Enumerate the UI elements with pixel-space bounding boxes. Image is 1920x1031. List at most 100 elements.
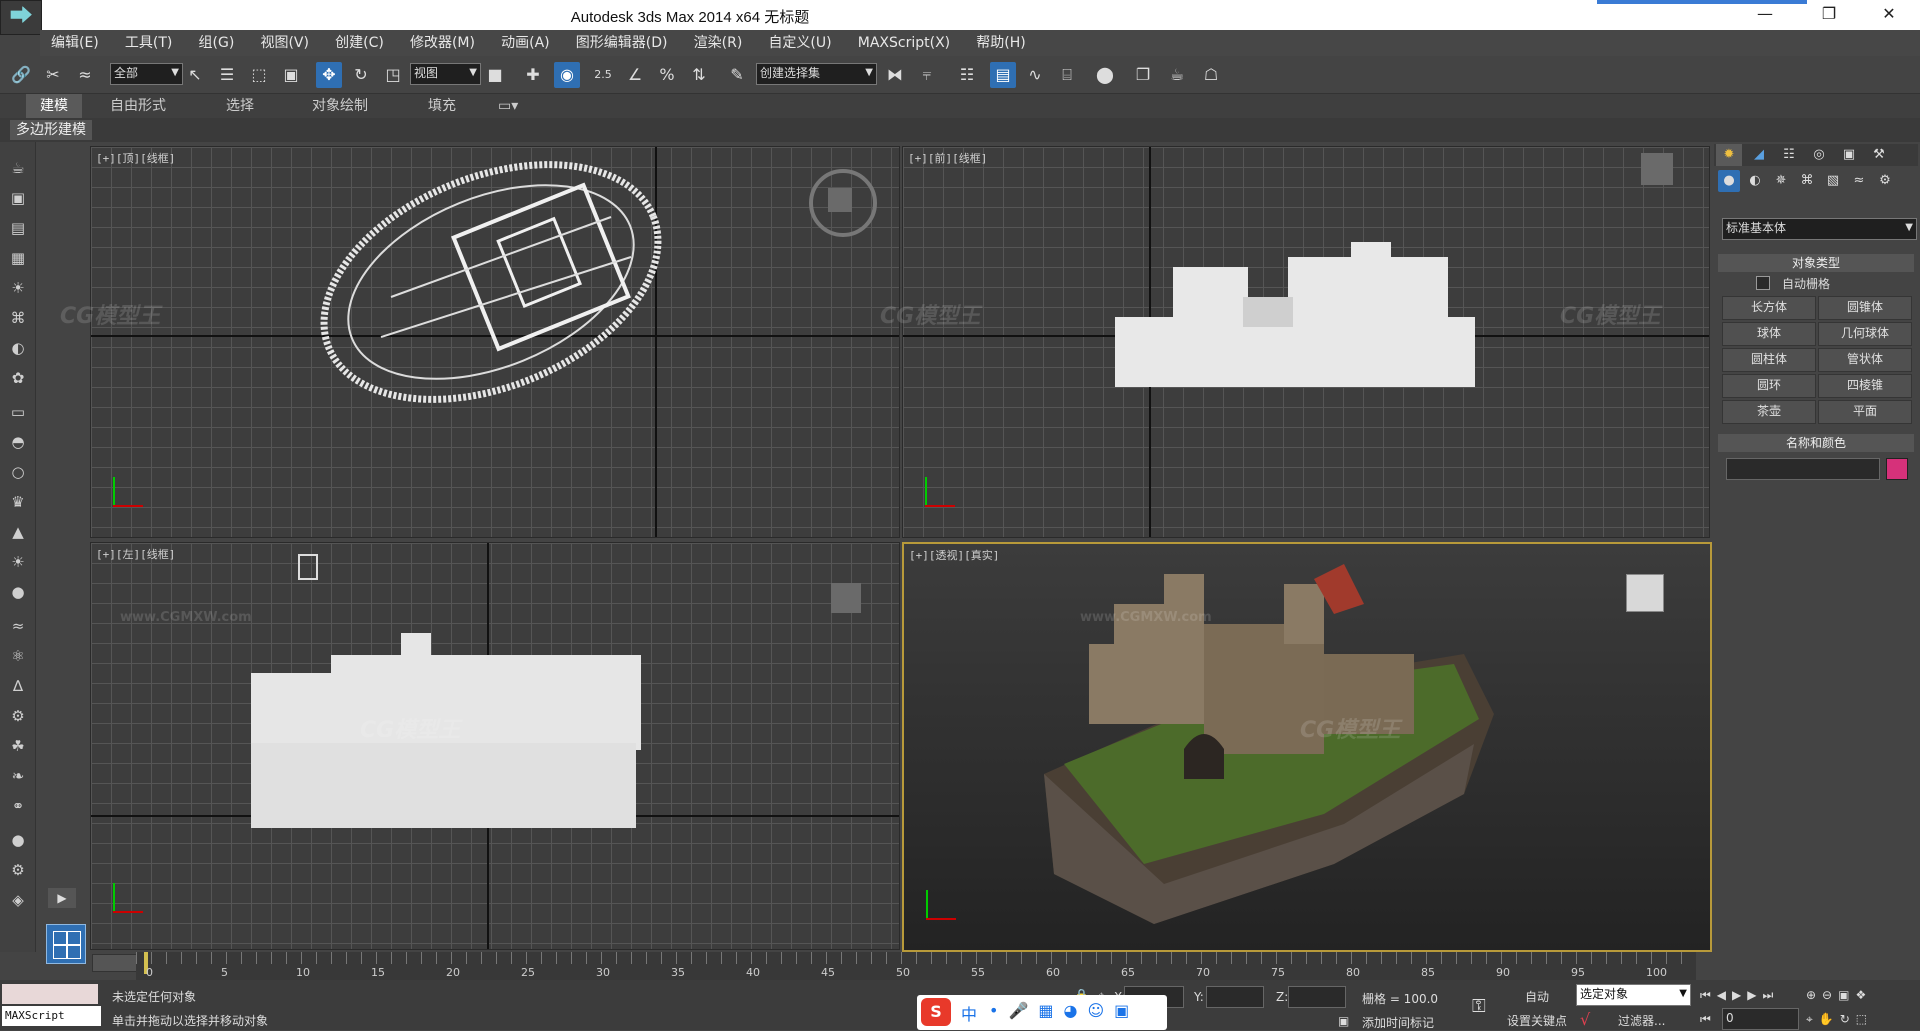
curve-editor-icon[interactable]: ∿ <box>1022 62 1048 88</box>
maxscript-listener-top[interactable] <box>2 984 98 1004</box>
menu-animation[interactable]: 动画(A) <box>490 30 561 56</box>
unlink-icon[interactable]: ✂ <box>40 62 66 88</box>
auto-key-button[interactable]: 自动 <box>1506 988 1568 1005</box>
cone-button[interactable]: 圆锥体 <box>1818 296 1912 320</box>
link-chain-icon[interactable]: ⚭ <box>6 794 30 818</box>
geometry-icon[interactable]: ● <box>1718 170 1740 192</box>
link-icon[interactable]: 🔗 <box>8 62 34 88</box>
viewport-top[interactable]: [+][顶][线框] <box>90 146 900 538</box>
percent-snap-icon[interactable]: % <box>654 62 680 88</box>
systems-icon[interactable]: ⚙ <box>1874 170 1896 192</box>
tab-populate[interactable]: 填充 <box>428 94 456 118</box>
helpers-icon[interactable]: ▧ <box>1822 170 1844 192</box>
named-selection-select[interactable]: 创建选择集 ▼ <box>756 63 877 85</box>
maxscript-listener-input[interactable]: MAXScript <box>2 1006 101 1026</box>
teapot-icon[interactable]: ☕ <box>6 156 30 180</box>
helper-icon[interactable]: ◐ <box>6 336 30 360</box>
align-icon[interactable]: ⫧ <box>914 62 940 88</box>
settings-icon[interactable]: ⚙ <box>6 858 30 882</box>
minimize-button[interactable]: — <box>1742 0 1788 30</box>
layer-manager-icon[interactable]: ▤ <box>990 62 1016 88</box>
object-color-swatch[interactable] <box>1886 458 1908 480</box>
gear-icon[interactable]: ⚙ <box>6 704 30 728</box>
globe-icon[interactable]: ● <box>6 828 30 852</box>
calendar-icon[interactable]: ▦ <box>6 246 30 270</box>
select-manipulate-icon[interactable]: ✚ <box>520 62 546 88</box>
edit-named-selection-icon[interactable]: ✎ <box>724 62 750 88</box>
current-frame-input[interactable]: 0 <box>1722 1008 1799 1030</box>
cone-icon[interactable]: ▲ <box>6 520 30 544</box>
primitive-category-select[interactable]: 标准基本体 ▼ <box>1722 218 1917 240</box>
ribbon-options-icon[interactable]: ▭▾ <box>498 94 518 118</box>
spinner-snap-icon[interactable]: ⇅ <box>686 62 712 88</box>
viewport-layout-icon[interactable] <box>46 924 86 964</box>
menu-graph-editors[interactable]: 图形编辑器(D) <box>565 30 679 56</box>
auto-grid-checkbox[interactable] <box>1756 276 1770 290</box>
light-bulb-icon[interactable]: ☀ <box>6 276 30 300</box>
z-coordinate-input[interactable] <box>1288 986 1346 1008</box>
sphere-icon[interactable]: ○ <box>6 460 30 484</box>
disc-icon[interactable]: ● <box>6 580 30 604</box>
shape-icon[interactable]: ∆ <box>6 674 30 698</box>
rendered-frame-window-icon[interactable]: ☕ <box>1164 62 1190 88</box>
add-time-tag-icon[interactable]: ▣ <box>1338 1014 1349 1028</box>
plane-button[interactable]: 平面 <box>1818 400 1912 424</box>
create-tab-icon[interactable]: ✹ <box>1716 144 1742 166</box>
plane-icon[interactable]: ▭ <box>6 400 30 424</box>
particles-icon[interactable]: ✿ <box>6 366 30 390</box>
ime-mode[interactable]: 中 <box>961 1001 977 1025</box>
select-and-rotate-icon[interactable]: ↻ <box>348 62 374 88</box>
space-warps-icon[interactable]: ≈ <box>1848 170 1870 192</box>
render-icon[interactable]: ▣ <box>6 186 30 210</box>
shapes-icon[interactable]: ◐ <box>1744 170 1766 192</box>
tab-freeform[interactable]: 自由形式 <box>110 94 166 118</box>
menu-maxscript[interactable]: MAXScript(X) <box>847 30 961 56</box>
restore-button[interactable]: ❐ <box>1806 0 1852 30</box>
teapot-button[interactable]: 茶壶 <box>1722 400 1816 424</box>
viewcube-front-icon[interactable] <box>1641 153 1673 185</box>
angle-snap-icon[interactable]: ∠ <box>622 62 648 88</box>
select-by-name-icon[interactable]: ☰ <box>214 62 240 88</box>
key-filters-button[interactable]: 过滤器... <box>1618 1012 1665 1029</box>
wave-icon[interactable]: ≈ <box>6 614 30 638</box>
viewport-nav-icon[interactable]: ⌖✋↻⬚ <box>1806 1012 1873 1027</box>
menu-help[interactable]: 帮助(H) <box>965 30 1036 56</box>
viewport-left[interactable]: [+][左][线框] <box>90 542 900 950</box>
hemisphere-icon[interactable]: ◓ <box>6 430 30 454</box>
viewport-perspective[interactable]: [+][透视][真实] <box>902 542 1712 952</box>
expand-arrow-icon[interactable]: ▶ <box>48 888 76 908</box>
hierarchy-tab-icon[interactable]: ☷ <box>1776 144 1802 166</box>
menu-modifiers[interactable]: 修改器(M) <box>399 30 486 56</box>
select-and-scale-icon[interactable]: ◳ <box>380 62 406 88</box>
tube-button[interactable]: 管状体 <box>1818 348 1912 372</box>
tab-selection[interactable]: 选择 <box>226 94 254 118</box>
menu-rendering[interactable]: 渲染(R) <box>683 30 754 56</box>
camera-icon[interactable]: ⌘ <box>6 306 30 330</box>
menu-tools[interactable]: 工具(T) <box>114 30 183 56</box>
tab-object-paint[interactable]: 对象绘制 <box>312 94 368 118</box>
select-object-icon[interactable]: ↖ <box>182 62 208 88</box>
key-mode-icon[interactable]: ⏮ <box>1700 1012 1711 1027</box>
reference-coordinate-select[interactable]: 视图 ▼ <box>410 63 481 85</box>
torus-button[interactable]: 圆环 <box>1722 374 1816 398</box>
menu-group[interactable]: 组(G) <box>188 30 246 56</box>
close-button[interactable]: ✕ <box>1866 0 1912 30</box>
sun-icon[interactable]: ☀ <box>6 550 30 574</box>
pyramid-button[interactable]: 四棱锥 <box>1818 374 1912 398</box>
snap-toggle-icon[interactable]: 2.5 <box>590 62 616 88</box>
document-icon[interactable]: ▤ <box>6 216 30 240</box>
hair-icon[interactable]: ❧ <box>6 764 30 788</box>
viewport-front[interactable]: [+][前][线框] <box>902 146 1710 538</box>
select-and-move-icon[interactable]: ✥ <box>316 62 342 88</box>
key-filter-select[interactable]: 选定对象 ▼ <box>1576 984 1691 1006</box>
key-icon[interactable]: ⚿ <box>1472 996 1486 1017</box>
crown-icon[interactable]: ♛ <box>6 490 30 514</box>
pivot-center-icon[interactable]: ■ <box>482 62 508 88</box>
utilities-tab-icon[interactable]: ⚒ <box>1866 144 1892 166</box>
menu-view[interactable]: 视图(V) <box>249 30 320 56</box>
plant-icon[interactable]: ☘ <box>6 734 30 758</box>
render-setup-icon[interactable]: ❐ <box>1130 62 1156 88</box>
ime-tools-icons[interactable]: •🎤▦◕☺▣ <box>989 1001 1139 1020</box>
selection-filter-select[interactable]: 全部 ▼ <box>110 63 183 85</box>
add-time-tag[interactable]: 添加时间标记 <box>1362 1014 1434 1031</box>
